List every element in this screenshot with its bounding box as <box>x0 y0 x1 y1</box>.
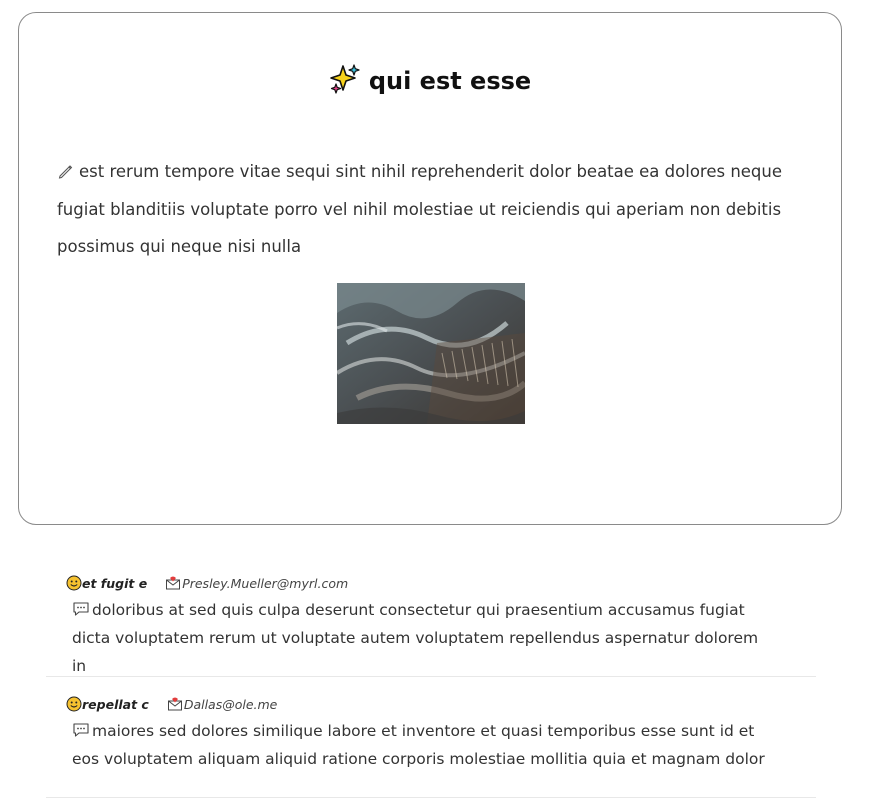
comment-author-name: repellat c <box>82 697 149 712</box>
comment-body: doloribus at sed quis culpa deserunt con… <box>72 596 772 680</box>
comment-body: maiores sed dolores similique labore et … <box>72 717 772 773</box>
mail-icon <box>167 696 183 712</box>
pen-icon <box>57 155 73 179</box>
post-body: est rerum tempore vitae sequi sint nihil… <box>57 153 797 266</box>
comment-author-email: Dallas@ole.me <box>183 697 278 712</box>
comment-body-text: doloribus at sed quis culpa deserunt con… <box>72 601 759 675</box>
post-title: qui est esse <box>368 67 532 95</box>
comment-meta: et fugit e Presley.Mueller@myrl.com <box>66 574 348 594</box>
comment-author-name: et fugit e <box>82 576 148 591</box>
post-body-text: est rerum tempore vitae sequi sint nihil… <box>57 162 783 256</box>
post-card: qui est esse est rerum tempore vitae seq… <box>18 12 842 525</box>
comment-meta: repellat c Dallas@ole.me <box>66 695 277 715</box>
page: qui est esse est rerum tempore vitae seq… <box>0 0 877 798</box>
mail-icon <box>165 575 181 591</box>
speech-bubble-icon <box>72 598 90 616</box>
comment-item: et fugit e Presley.Mueller@myrl.com dolo… <box>46 566 816 677</box>
post-image <box>337 283 525 424</box>
post-title-heading: qui est esse <box>19 63 841 99</box>
sparkles-icon <box>329 63 361 95</box>
speech-bubble-icon <box>72 719 90 737</box>
comment-item: repellat c Dallas@ole.me maiores sed dol… <box>46 687 816 798</box>
comment-body-text: maiores sed dolores similique labore et … <box>72 722 765 768</box>
smiley-icon <box>66 696 82 712</box>
smiley-icon <box>66 575 82 591</box>
comment-author-email: Presley.Mueller@myrl.com <box>182 576 349 591</box>
